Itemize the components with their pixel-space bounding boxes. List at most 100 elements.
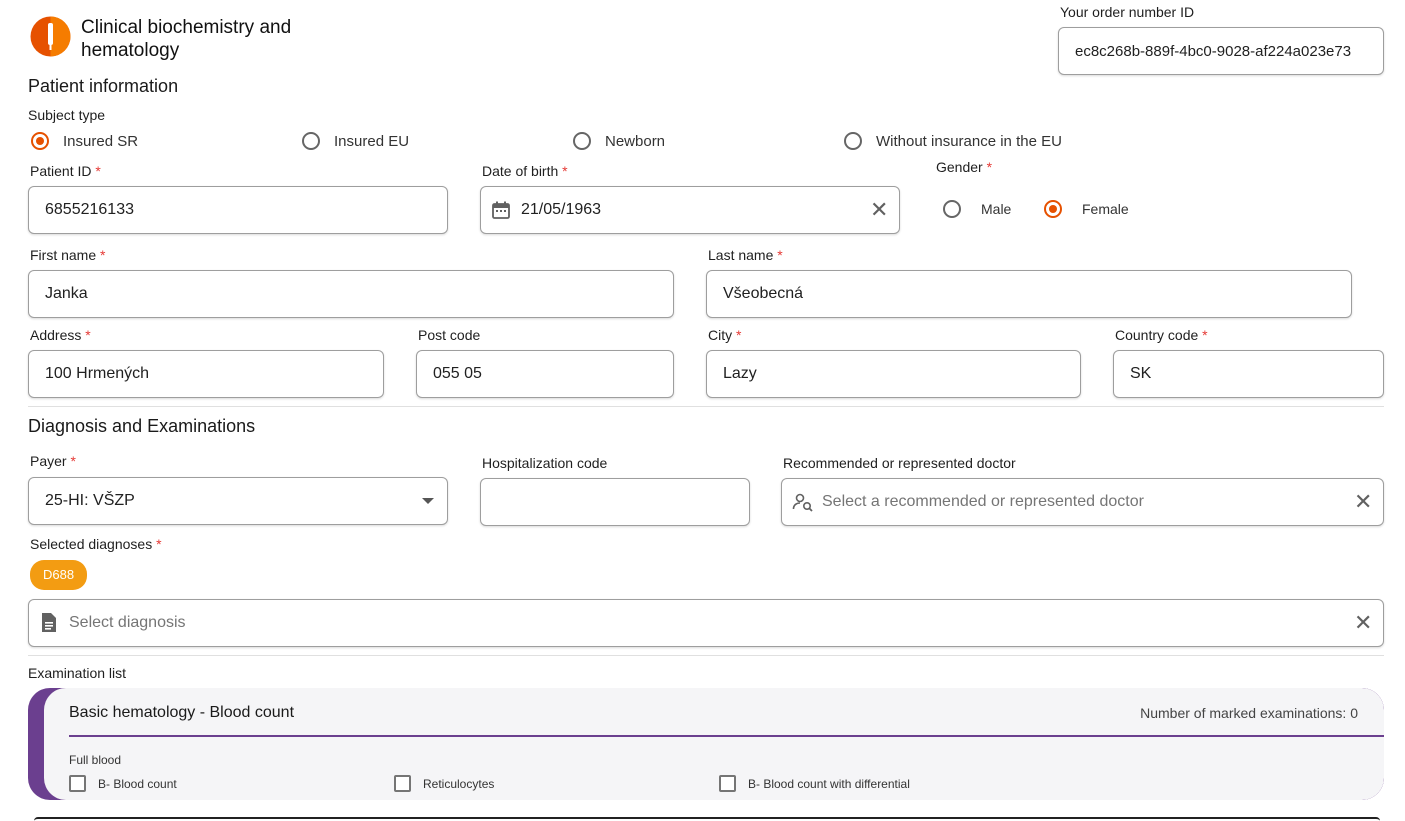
required-mark: * <box>986 159 993 175</box>
examination-card: Basic hematology - Blood count Number of… <box>28 688 1384 800</box>
address-field[interactable]: 100 Hrmených <box>28 350 384 398</box>
doctor-search-field[interactable]: Select a recommended or represented doct… <box>781 478 1384 526</box>
radio-label: Newborn <box>605 132 666 150</box>
checkbox-reticulocytes[interactable]: Reticulocytes <box>394 775 494 792</box>
country-code-field[interactable]: SK <box>1113 350 1384 398</box>
checkbox-label: B- Blood count <box>98 776 177 791</box>
city-label-text: City <box>708 327 733 343</box>
radio-without-insurance[interactable]: Without insurance in the EU <box>844 132 1062 150</box>
post-code-value: 055 05 <box>433 365 482 382</box>
calendar-icon[interactable] <box>491 200 511 220</box>
dob-label-text: Date of birth <box>482 163 559 179</box>
checkbox-icon <box>69 775 86 792</box>
required-mark: * <box>85 327 91 343</box>
checkbox-icon <box>394 775 411 792</box>
order-number-label: Your order number ID <box>1060 4 1195 20</box>
hospitalization-code-field[interactable] <box>480 478 750 526</box>
card-title-underline <box>69 735 1384 737</box>
country-code-label: Country code * <box>1115 327 1208 343</box>
payer-select[interactable]: 25-HI: VŠZP <box>28 477 448 525</box>
radio-ring-checked-icon <box>1044 200 1062 218</box>
checkbox-blood-count-differential[interactable]: B- Blood count with differential <box>719 775 910 792</box>
dob-field[interactable]: 21/05/1963 <box>480 186 900 234</box>
patient-id-value: 6855216133 <box>45 201 134 218</box>
radio-label: Male <box>981 201 1012 217</box>
first-name-field[interactable]: Janka <box>28 270 674 318</box>
payer-label-text: Payer <box>30 453 67 469</box>
last-name-label-text: Last name <box>708 247 774 263</box>
dob-label: Date of birth * <box>482 163 568 179</box>
marked-examinations-count: Number of marked examinations: 0 <box>1140 705 1358 721</box>
checkbox-blood-count[interactable]: B- Blood count <box>69 775 177 792</box>
radio-label: Without insurance in the EU <box>876 132 1062 150</box>
radio-ring-icon <box>573 132 591 150</box>
page-title: Clinical biochemistry and hematology <box>81 17 292 61</box>
last-name-label: Last name * <box>708 247 783 263</box>
radio-gender-male[interactable]: Male <box>943 200 1011 218</box>
radio-insured-sr[interactable]: Insured SR <box>31 132 138 150</box>
selected-diagnoses-label-text: Selected diagnoses <box>30 536 153 552</box>
person-search-icon <box>792 491 814 513</box>
required-mark: * <box>562 163 568 179</box>
patient-section-title: Patient information <box>28 76 179 96</box>
order-number-field[interactable]: ec8c268b-889f-4bc0-9028-af224a023e73 <box>1058 27 1384 75</box>
diagnosis-section-title: Diagnosis and Examinations <box>28 416 256 436</box>
order-number-value: ec8c268b-889f-4bc0-9028-af224a023e73 <box>1075 42 1352 60</box>
first-name-label: First name * <box>30 247 105 263</box>
radio-label: Female <box>1082 201 1129 217</box>
last-name-field[interactable]: Všeobecná <box>706 270 1352 318</box>
examination-card-title[interactable]: Basic hematology - Blood count <box>69 704 294 722</box>
app-logo <box>30 16 71 57</box>
payer-value: 25-HI: VŠZP <box>45 492 135 509</box>
divider <box>28 655 1384 656</box>
first-name-label-text: First name <box>30 247 97 263</box>
city-field[interactable]: Lazy <box>706 350 1081 398</box>
subject-type-label: Subject type <box>28 107 106 123</box>
required-mark: * <box>95 163 101 179</box>
diagnosis-placeholder: Select diagnosis <box>69 614 186 631</box>
required-mark: * <box>1202 327 1208 343</box>
gender-label-text: Gender <box>936 159 983 175</box>
checkbox-icon <box>719 775 736 792</box>
address-label: Address * <box>30 327 91 343</box>
doctor-label: Recommended or represented doctor <box>783 455 1016 471</box>
divider <box>28 406 1384 407</box>
patient-id-field[interactable]: 6855216133 <box>28 186 448 234</box>
diagnosis-chip[interactable]: D688 <box>30 560 88 590</box>
chevron-down-icon[interactable] <box>422 498 434 504</box>
patient-id-label-text: Patient ID <box>30 163 92 179</box>
checkbox-label: Reticulocytes <box>423 776 495 791</box>
clear-dob-icon[interactable]: ✕ <box>870 199 888 221</box>
clear-doctor-icon[interactable]: ✕ <box>1354 491 1372 513</box>
required-mark: * <box>70 453 76 469</box>
diagnosis-search-field[interactable]: Select diagnosis <box>28 599 1384 647</box>
required-mark: * <box>777 247 783 263</box>
required-mark: * <box>100 247 106 263</box>
first-name-value: Janka <box>45 285 88 302</box>
radio-newborn[interactable]: Newborn <box>573 132 665 150</box>
address-value: 100 Hrmených <box>45 365 150 382</box>
document-icon <box>39 612 59 634</box>
post-code-label: Post code <box>418 327 481 343</box>
last-name-value: Všeobecná <box>723 285 804 302</box>
radio-ring-icon <box>302 132 320 150</box>
selected-diagnoses-label: Selected diagnoses * <box>30 536 162 552</box>
checkbox-label: B- Blood count with differential <box>748 776 910 791</box>
exam-group-label: Full blood <box>69 753 122 767</box>
radio-label: Insured EU <box>334 132 410 150</box>
radio-gender-female[interactable]: Female <box>1044 200 1129 218</box>
radio-ring-icon <box>943 200 961 218</box>
radio-label: Insured SR <box>63 132 139 150</box>
city-label: City * <box>708 327 741 343</box>
required-mark: * <box>156 536 162 552</box>
dob-value: 21/05/1963 <box>521 201 602 218</box>
radio-insured-eu[interactable]: Insured EU <box>302 132 409 150</box>
patient-id-label: Patient ID * <box>30 163 101 179</box>
post-code-field[interactable]: 055 05 <box>416 350 674 398</box>
radio-ring-checked-icon <box>31 132 49 150</box>
clear-diagnosis-icon[interactable]: ✕ <box>1354 612 1372 634</box>
payer-label: Payer * <box>30 453 76 469</box>
country-code-value: SK <box>1130 365 1152 382</box>
radio-ring-icon <box>844 132 862 150</box>
doctor-placeholder: Select a recommended or represented doct… <box>822 493 1144 510</box>
